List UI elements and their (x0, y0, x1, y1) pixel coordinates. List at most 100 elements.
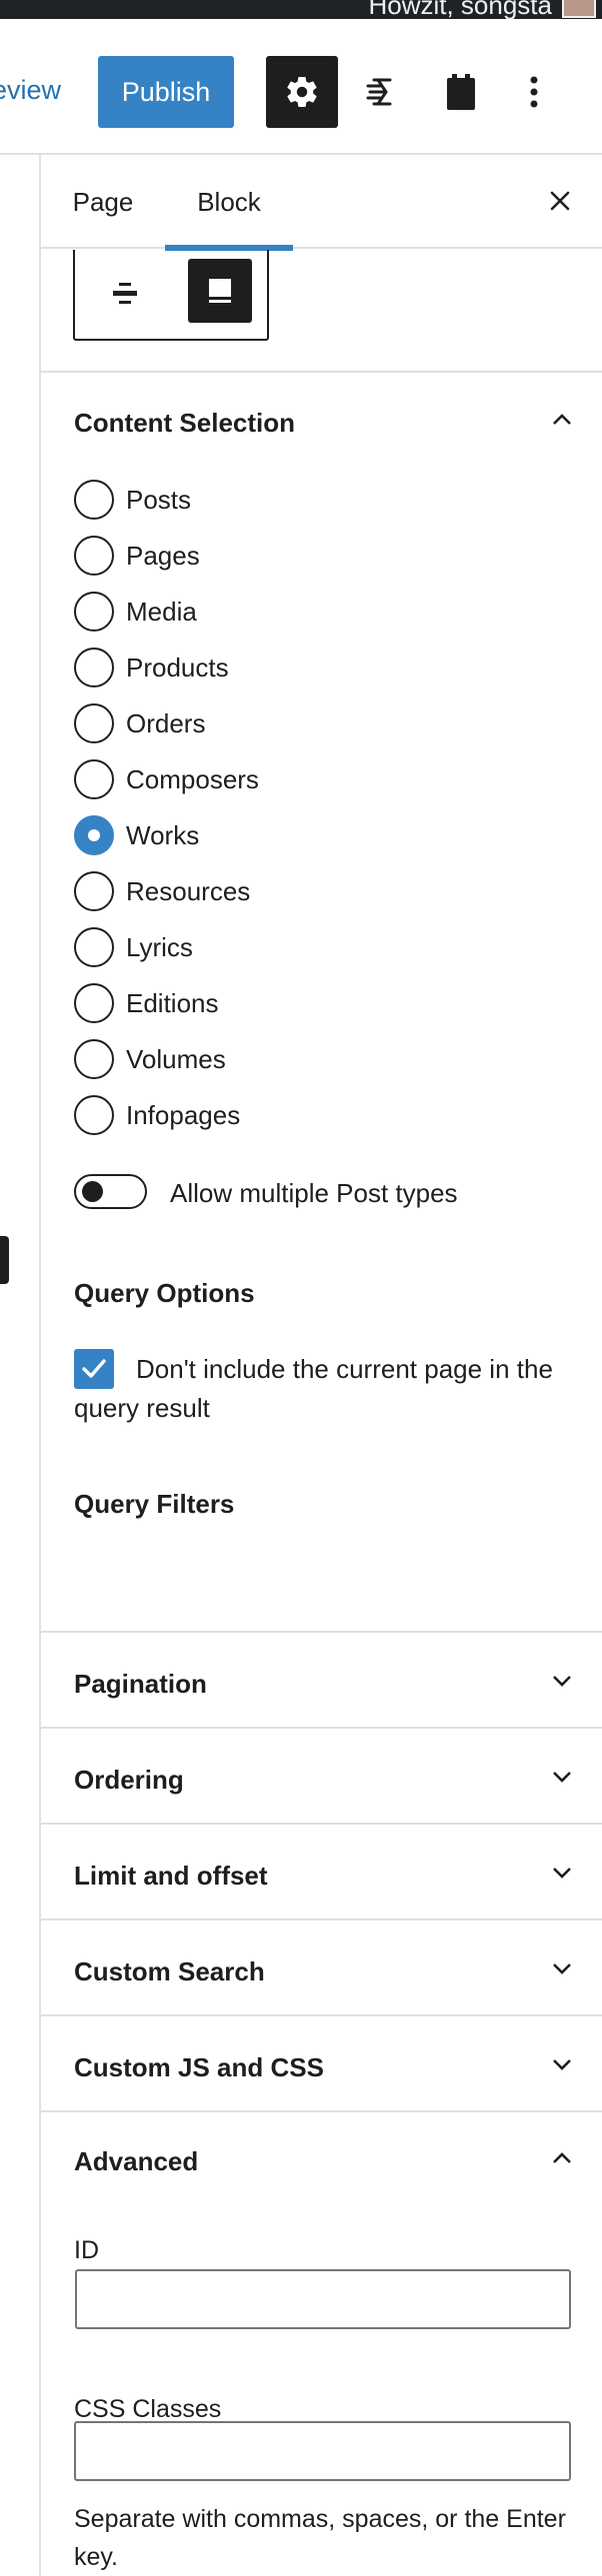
close-sidebar-button[interactable] (532, 173, 588, 229)
post-type-option[interactable]: Media (74, 592, 197, 632)
panel-toggle[interactable] (542, 1661, 582, 1701)
performance-plugin-button[interactable] (346, 56, 418, 128)
panel-title[interactable]: Custom Search (74, 1956, 265, 1987)
panel-toggle[interactable] (542, 2044, 582, 2084)
post-type-label: Posts (126, 484, 192, 515)
sidebar-tabs: Page Block (41, 155, 602, 251)
allow-multiple-label: Allow multiple Post types (170, 1178, 458, 1208)
post-type-radio[interactable] (74, 983, 114, 1023)
checkmark-icon (82, 1359, 106, 1378)
post-type-label: Orders (126, 707, 206, 738)
post-type-label: Composers (126, 763, 259, 794)
post-type-option[interactable]: Volumes (74, 1039, 226, 1079)
panel-toggle[interactable] (542, 1757, 582, 1797)
clipboard-icon (447, 74, 475, 110)
css-classes-help: Separate with commas, spaces, or the Ent… (74, 2505, 566, 2571)
gear-icon (287, 77, 317, 108)
post-type-option[interactable]: Lyrics (74, 927, 193, 967)
editor-canvas[interactable] (0, 155, 41, 2576)
post-type-option[interactable]: Infopages (74, 1095, 240, 1135)
tab-block[interactable]: Block (165, 155, 293, 251)
chevron-up-icon (553, 414, 571, 425)
post-type-label: Resources (126, 875, 251, 906)
post-type-radio[interactable] (74, 759, 114, 799)
panel-divider (41, 371, 602, 373)
admin-bar: Howzit, songsta (0, 0, 602, 19)
post-type-radio[interactable] (74, 1095, 114, 1135)
allow-multiple-toggle[interactable] (74, 1174, 147, 1209)
post-type-label: Works (126, 819, 200, 850)
post-type-radio[interactable] (74, 592, 114, 632)
publish-button[interactable]: Publish (98, 56, 234, 128)
post-type-radio[interactable] (74, 703, 114, 743)
align-full-icon (209, 279, 231, 303)
post-type-radio[interactable] (74, 815, 114, 855)
post-type-label: Lyrics (126, 931, 193, 962)
css-classes-input[interactable] (74, 2421, 571, 2481)
tab-page[interactable]: Page (41, 155, 165, 249)
panel-toggle[interactable] (542, 1853, 582, 1893)
post-type-label: Products (126, 651, 229, 682)
post-type-option[interactable]: Pages (74, 536, 200, 576)
alignment-toolbar (73, 250, 269, 341)
options-menu-button[interactable] (498, 56, 570, 128)
panel-divider (41, 1727, 602, 1729)
content-selection-title[interactable]: Content Selection (74, 408, 295, 439)
preview-button[interactable]: eview (0, 75, 61, 106)
close-icon (550, 191, 570, 211)
panel-divider (41, 2110, 602, 2112)
chevron-down-icon (553, 1963, 571, 1974)
content-selection-toggle[interactable] (542, 400, 582, 440)
exclude-current-label: Don't include the current page in the qu… (74, 1354, 553, 1423)
post-type-radio[interactable] (74, 647, 114, 687)
post-type-label: Editions (126, 987, 219, 1018)
post-type-option[interactable]: Works (74, 815, 199, 855)
editor-toolbar: eview Publish (0, 19, 602, 155)
post-type-radio[interactable] (74, 536, 114, 576)
chevron-up-icon (553, 2152, 571, 2163)
post-type-radio[interactable] (74, 927, 114, 967)
panel-title[interactable]: Ordering (74, 1765, 184, 1796)
html-anchor-input[interactable] (75, 2269, 571, 2329)
post-type-option[interactable]: Posts (74, 480, 191, 520)
post-type-label: Pages (126, 540, 200, 571)
post-type-radio[interactable] (74, 1039, 114, 1079)
align-full-button[interactable] (188, 259, 252, 323)
chevron-down-icon (553, 1868, 571, 1879)
post-type-label: Media (126, 596, 197, 627)
chevron-down-icon (553, 1772, 571, 1783)
admin-greeting[interactable]: Howzit, songsta (368, 0, 552, 18)
chevron-down-icon (553, 2059, 571, 2070)
id-field-label: ID (74, 2236, 99, 2264)
advanced-toggle[interactable] (542, 2138, 582, 2178)
panel-title[interactable]: Pagination (74, 1669, 207, 1700)
query-options-title: Query Options (74, 1278, 255, 1308)
chevron-down-icon (553, 1676, 571, 1687)
panel-divider (41, 1919, 602, 1921)
query-filters-title: Query Filters (74, 1489, 235, 1519)
panel-title[interactable]: Custom JS and CSS (74, 2052, 324, 2083)
post-type-label: Infopages (126, 1099, 241, 1130)
block-handle[interactable] (0, 1236, 9, 1284)
post-type-label: Volumes (126, 1043, 226, 1074)
post-type-option[interactable]: Composers (74, 759, 259, 799)
avatar[interactable] (562, 0, 596, 18)
panel-toggle[interactable] (542, 1948, 582, 1988)
post-type-radio[interactable] (74, 480, 114, 520)
speed-lines-icon (366, 78, 392, 106)
post-type-radio[interactable] (74, 871, 114, 911)
settings-sidebar: Page Block Content Selection Posts Pages… (41, 155, 602, 2576)
align-center-button[interactable] (97, 266, 153, 322)
advanced-title[interactable]: Advanced (74, 2146, 198, 2177)
post-type-option[interactable]: Products (74, 647, 229, 687)
post-type-option[interactable]: Editions (74, 983, 219, 1023)
panel-divider (41, 1631, 602, 1633)
exclude-current-checkbox[interactable] (74, 1349, 114, 1389)
panel-divider (41, 1823, 602, 1825)
settings-toggle-button[interactable] (266, 56, 338, 128)
panel-title[interactable]: Limit and offset (74, 1861, 268, 1892)
align-center-icon (113, 283, 137, 304)
post-type-option[interactable]: Resources (74, 871, 250, 911)
clipboard-plugin-button[interactable] (425, 56, 497, 128)
post-type-option[interactable]: Orders (74, 703, 205, 743)
